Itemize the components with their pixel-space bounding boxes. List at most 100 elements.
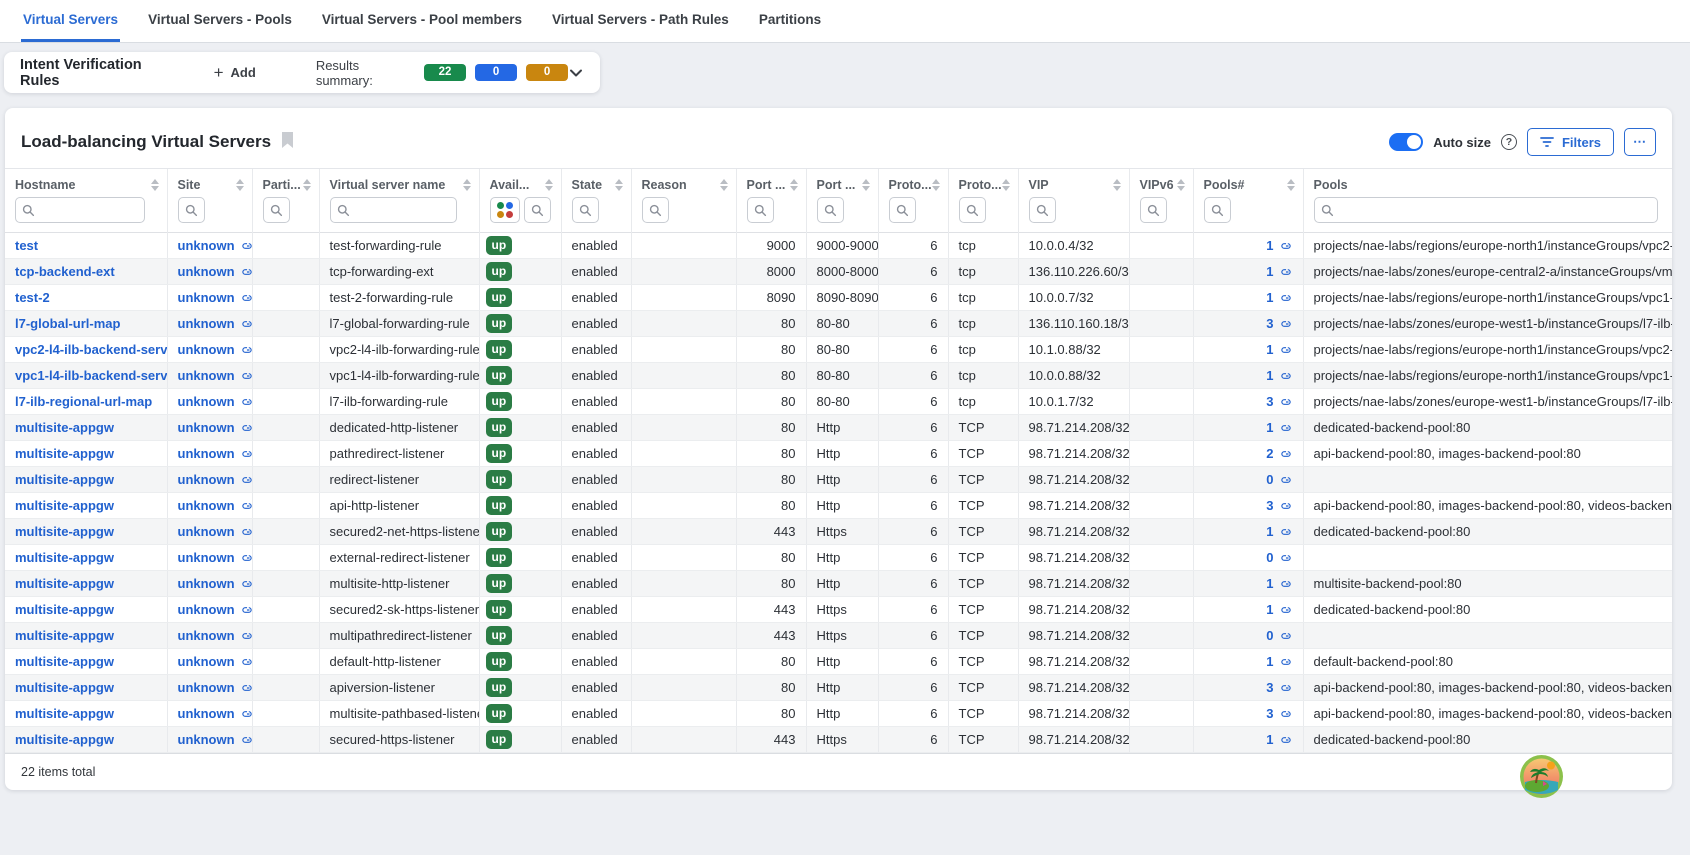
pools-count-link[interactable]: 3 <box>1266 316 1292 331</box>
sort-icon[interactable] <box>720 179 728 191</box>
column-header-site[interactable]: Site <box>167 169 252 194</box>
summary-badge-warning[interactable]: 0 <box>526 64 568 81</box>
site-link[interactable]: unknown <box>178 420 253 435</box>
sort-icon[interactable] <box>463 179 471 191</box>
sort-icon[interactable] <box>236 179 244 191</box>
hostname-link[interactable]: multisite-appgw <box>15 576 114 591</box>
pools-count-link[interactable]: 1 <box>1266 238 1292 253</box>
pools-count-link[interactable]: 0 <box>1266 550 1292 565</box>
column-filter-button[interactable] <box>1029 197 1056 223</box>
pools-count-link[interactable]: 1 <box>1266 654 1292 669</box>
sort-icon[interactable] <box>151 179 159 191</box>
summary-badge-info[interactable]: 0 <box>475 64 517 81</box>
pools-count-link[interactable]: 3 <box>1266 498 1292 513</box>
pools-count-link[interactable]: 1 <box>1266 342 1292 357</box>
column-header-partition[interactable]: Parti... <box>252 169 319 194</box>
column-filter-button[interactable] <box>1204 197 1231 223</box>
pools-count-link[interactable]: 1 <box>1266 368 1292 383</box>
column-filter-button[interactable] <box>178 197 205 223</box>
column-header-vip[interactable]: VIP <box>1018 169 1129 194</box>
add-rule-button[interactable]: + Add <box>214 64 256 81</box>
table-row[interactable]: multisite-appgw unknown pathredirect-lis… <box>5 441 1672 467</box>
site-link[interactable]: unknown <box>178 576 253 591</box>
pools-count-link[interactable]: 1 <box>1266 732 1292 747</box>
site-link[interactable]: unknown <box>178 394 253 409</box>
chevron-down-icon[interactable] <box>568 65 584 81</box>
table-row[interactable]: l7-global-url-map unknown l7-global-forw… <box>5 311 1672 337</box>
table-row[interactable]: multisite-appgw unknown secured2-sk-http… <box>5 597 1672 623</box>
sort-icon[interactable] <box>1002 179 1010 191</box>
table-row[interactable]: vpc1-l4-ilb-backend-service unknown vpc1… <box>5 363 1672 389</box>
table-row[interactable]: multisite-appgw unknown secured2-net-htt… <box>5 519 1672 545</box>
pools-count-link[interactable]: 1 <box>1266 264 1292 279</box>
column-header-state[interactable]: State <box>561 169 631 194</box>
column-filter-button[interactable] <box>889 197 916 223</box>
tab-virtual-servers-path-rules[interactable]: Virtual Servers - Path Rules <box>550 0 731 42</box>
column-filter-button[interactable] <box>817 197 844 223</box>
site-link[interactable]: unknown <box>178 524 253 539</box>
site-link[interactable]: unknown <box>178 342 253 357</box>
site-link[interactable]: unknown <box>178 446 253 461</box>
site-link[interactable]: unknown <box>178 472 253 487</box>
table-row[interactable]: test unknown test-forwarding-rule up ena… <box>5 233 1672 259</box>
hostname-link[interactable]: multisite-appgw <box>15 602 114 617</box>
site-link[interactable]: unknown <box>178 498 253 513</box>
hostname-link[interactable]: l7-ilb-regional-url-map <box>15 394 152 409</box>
beach-extension-icon[interactable] <box>1519 754 1564 799</box>
hostname-link[interactable]: tcp-backend-ext <box>15 264 115 279</box>
column-header-vs_name[interactable]: Virtual server name <box>319 169 479 194</box>
sort-icon[interactable] <box>615 179 623 191</box>
sort-icon[interactable] <box>862 179 870 191</box>
pools-count-link[interactable]: 1 <box>1266 576 1292 591</box>
table-row[interactable]: multisite-appgw unknown multisite-pathba… <box>5 701 1672 727</box>
column-filter-button[interactable] <box>959 197 986 223</box>
hostname-link[interactable]: multisite-appgw <box>15 680 114 695</box>
sort-icon[interactable] <box>790 179 798 191</box>
filters-button[interactable]: Filters <box>1527 128 1614 156</box>
site-link[interactable]: unknown <box>178 550 253 565</box>
table-row[interactable]: vpc2-l4-ilb-backend-service unknown vpc2… <box>5 337 1672 363</box>
pools-count-link[interactable]: 3 <box>1266 706 1292 721</box>
hostname-link[interactable]: multisite-appgw <box>15 628 114 643</box>
hostname-link[interactable]: vpc1-l4-ilb-backend-service <box>15 368 167 383</box>
hostname-link[interactable]: multisite-appgw <box>15 732 114 747</box>
tab-virtual-servers-pool-members[interactable]: Virtual Servers - Pool members <box>320 0 524 42</box>
column-header-vipv6[interactable]: VIPv6 <box>1129 169 1193 194</box>
pools-count-link[interactable]: 2 <box>1266 446 1292 461</box>
pools-count-link[interactable]: 3 <box>1266 680 1292 695</box>
hostname-link[interactable]: test <box>15 238 38 253</box>
table-row[interactable]: multisite-appgw unknown dedicated-http-l… <box>5 415 1672 441</box>
column-header-avail[interactable]: Avail... <box>479 169 561 194</box>
more-actions-button[interactable]: ⋯ <box>1624 128 1656 156</box>
hostname-link[interactable]: multisite-appgw <box>15 472 114 487</box>
help-icon[interactable]: ? <box>1501 134 1517 150</box>
tab-virtual-servers-pools[interactable]: Virtual Servers - Pools <box>146 0 294 42</box>
column-filter-button[interactable] <box>1140 197 1167 223</box>
column-header-reason[interactable]: Reason <box>631 169 736 194</box>
tab-virtual-servers[interactable]: Virtual Servers <box>21 0 120 42</box>
column-filter-button[interactable] <box>572 197 599 223</box>
column-header-port[interactable]: Port ... <box>736 169 806 194</box>
sort-icon[interactable] <box>1287 179 1295 191</box>
table-row[interactable]: multisite-appgw unknown multisite-http-l… <box>5 571 1672 597</box>
sort-icon[interactable] <box>545 179 553 191</box>
table-row[interactable]: multisite-appgw unknown redirect-listene… <box>5 467 1672 493</box>
hostname-link[interactable]: vpc2-l4-ilb-backend-service <box>15 342 167 357</box>
hostname-link[interactable]: test-2 <box>15 290 50 305</box>
site-link[interactable]: unknown <box>178 316 253 331</box>
hostname-link[interactable]: multisite-appgw <box>15 446 114 461</box>
column-header-proto_name[interactable]: Proto... <box>948 169 1018 194</box>
column-header-pools_count[interactable]: Pools# <box>1193 169 1303 194</box>
column-filter-input[interactable] <box>1314 197 1659 223</box>
column-filter-input[interactable] <box>330 197 457 223</box>
table-row[interactable]: tcp-backend-ext unknown tcp-forwarding-e… <box>5 259 1672 285</box>
table-row[interactable]: multisite-appgw unknown multipathredirec… <box>5 623 1672 649</box>
pools-count-link[interactable]: 0 <box>1266 628 1292 643</box>
sort-icon[interactable] <box>1113 179 1121 191</box>
site-link[interactable]: unknown <box>178 680 253 695</box>
availability-dots-filter-button[interactable] <box>490 197 520 223</box>
bookmark-icon[interactable] <box>281 132 294 153</box>
table-row[interactable]: l7-ilb-regional-url-map unknown l7-ilb-f… <box>5 389 1672 415</box>
table-row[interactable]: multisite-appgw unknown external-redirec… <box>5 545 1672 571</box>
table-row[interactable]: multisite-appgw unknown default-http-lis… <box>5 649 1672 675</box>
